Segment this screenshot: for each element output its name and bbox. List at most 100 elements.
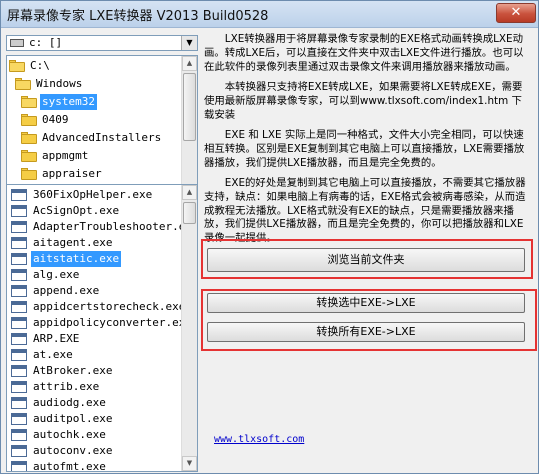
website-link[interactable]: www.tlxsoft.com: [214, 434, 304, 445]
exe-file-icon: [11, 189, 27, 201]
file-list-label: AtBroker.exe: [33, 364, 113, 377]
exe-file-icon: [11, 317, 27, 329]
file-list-item[interactable]: alg.exe: [7, 267, 181, 283]
exe-file-icon: [11, 349, 27, 361]
scrollbar-thumb[interactable]: [183, 73, 196, 141]
file-list-item[interactable]: AdapterTroubleshooter.exe: [7, 219, 197, 235]
folder-tree-item[interactable]: appraiser: [7, 166, 181, 182]
folder-tree-label: AdvancedInstallers: [42, 131, 162, 144]
exe-file-icon: [11, 301, 27, 313]
close-button[interactable]: ✕: [496, 3, 536, 23]
folder-open-icon: [21, 96, 37, 108]
file-list[interactable]: 360FixOpHelper.exe AcSignOpt.exe AdapterTr…: [6, 184, 198, 472]
file-list-label: alg.exe: [33, 268, 80, 281]
file-list-label: aitagent.exe: [33, 236, 113, 249]
file-list-item[interactable]: autoconv.exe: [7, 443, 181, 459]
info-paragraph-2: 本转换器只支持将EXE转成LXE，如果需要将LXE转成EXE，需要使用最新版屏幕…: [204, 81, 523, 121]
folder-tree-item[interactable]: appmgmt: [7, 148, 181, 164]
exe-file-icon: [11, 365, 27, 377]
folder-tree-item[interactable]: Windows: [7, 76, 181, 92]
exe-file-icon: [11, 413, 27, 425]
scroll-down-icon[interactable]: ▼: [182, 456, 197, 471]
file-list-label: auditpol.exe: [33, 412, 113, 425]
folder-tree-label: C:\: [30, 59, 50, 72]
file-list-label: at.exe: [33, 348, 73, 361]
file-list-item[interactable]: appidcertstorecheck.exe: [7, 299, 185, 315]
file-list-label: append.exe: [33, 284, 100, 297]
convert-selected-label: 转换选中EXE->LXE: [316, 296, 416, 309]
folder-tree-item[interactable]: system32: [7, 94, 181, 110]
folder-tree-label: system32: [40, 94, 97, 110]
info-paragraph-1: LXE转换器用于将屏幕录像专家录制的EXE格式动画转换成LXE动画。转成LXE后…: [204, 33, 524, 73]
folder-tree-label: Windows: [36, 77, 83, 90]
info-paragraph-4: EXE的好处是复制到其它电脑上可以直接播放，不需要其它播放器支持，缺点：如果电脑…: [204, 177, 526, 245]
exe-file-icon: [11, 269, 27, 281]
folder-icon: [21, 132, 37, 144]
exe-file-icon: [11, 237, 27, 249]
file-list-item[interactable]: AcSignOpt.exe: [7, 203, 181, 219]
exe-file-icon: [11, 285, 27, 297]
browse-folder-button[interactable]: 浏览当前文件夹: [207, 248, 525, 272]
folder-icon: [21, 150, 37, 162]
file-list-item[interactable]: auditpol.exe: [7, 411, 181, 427]
chevron-down-icon[interactable]: ▼: [181, 36, 197, 50]
file-list-label: appidcertstorecheck.exe: [33, 300, 186, 313]
file-list-item[interactable]: AtBroker.exe: [7, 363, 181, 379]
exe-file-icon: [11, 205, 27, 217]
file-list-label: ARP.EXE: [33, 332, 80, 345]
folder-tree-item[interactable]: 0409: [7, 112, 181, 128]
file-list-label: audiodg.exe: [33, 396, 106, 409]
file-list-item[interactable]: ARP.EXE: [7, 331, 181, 347]
convert-all-button[interactable]: 转换所有EXE->LXE: [207, 322, 525, 342]
file-list-label: aitstatic.exe: [31, 251, 122, 267]
file-list-label: attrib.exe: [33, 380, 100, 393]
file-list-item[interactable]: append.exe: [7, 283, 181, 299]
file-list-label: autochk.exe: [33, 428, 106, 441]
folder-tree-label: 0409: [42, 113, 69, 126]
file-list-scrollbar[interactable]: ▲ ▼: [181, 185, 197, 471]
file-list-item[interactable]: aitagent.exe: [7, 235, 181, 251]
scrollbar-thumb[interactable]: [183, 202, 196, 224]
file-list-item[interactable]: autofmt.exe: [7, 459, 181, 471]
drive-icon: [10, 39, 24, 47]
close-icon: ✕: [510, 5, 522, 20]
file-list-item[interactable]: aitstatic.exe: [7, 251, 181, 267]
file-list-item[interactable]: autochk.exe: [7, 427, 181, 443]
file-list-label: 360FixOpHelper.exe: [33, 188, 153, 201]
folder-icon: [21, 114, 37, 126]
exe-file-icon: [11, 397, 27, 409]
file-list-item[interactable]: 360FixOpHelper.exe: [7, 187, 181, 203]
folder-open-icon: [15, 78, 31, 90]
file-list-label: AdapterTroubleshooter.exe: [33, 220, 198, 233]
scroll-up-icon[interactable]: ▲: [182, 185, 197, 200]
folder-icon: [21, 168, 37, 180]
browse-folder-label: 浏览当前文件夹: [327, 253, 405, 266]
exe-file-icon: [11, 429, 27, 441]
drive-select[interactable]: c: [] ▼: [6, 35, 198, 51]
file-list-item[interactable]: attrib.exe: [7, 379, 181, 395]
folder-open-icon: [9, 60, 25, 72]
app-window: 屏幕录像专家 LXE转换器 V2013 Build0528 ✕ c: [] ▼ …: [0, 0, 539, 474]
exe-file-icon: [11, 253, 27, 265]
file-list-label: autoconv.exe: [33, 444, 113, 457]
folder-tree-scrollbar[interactable]: ▲▼: [181, 56, 197, 205]
file-list-item[interactable]: at.exe: [7, 347, 181, 363]
file-list-item[interactable]: appidpolicyconverter.exe: [7, 315, 192, 331]
convert-selected-button[interactable]: 转换选中EXE->LXE: [207, 293, 525, 313]
info-panel: LXE转换器用于将屏幕录像专家录制的EXE格式动画转换成LXE动画。转成LXE后…: [202, 31, 534, 251]
info-paragraph-3: EXE 和 LXE 实际上是同一种格式，文件大小完全相同，可以快速相互转换。区别…: [204, 129, 525, 169]
client-area: c: [] ▼ C:\ Windows system32 0409 AdvancedIn…: [4, 31, 537, 472]
scroll-up-icon[interactable]: ▲: [182, 56, 197, 71]
drive-select-value: c: []: [29, 36, 63, 49]
convert-all-label: 转换所有EXE->LXE: [316, 325, 416, 338]
exe-file-icon: [11, 221, 27, 233]
folder-tree-label: appraiser: [42, 167, 102, 180]
file-list-item[interactable]: audiodg.exe: [7, 395, 181, 411]
exe-file-icon: [11, 445, 27, 457]
exe-file-icon: [11, 333, 27, 345]
window-title: 屏幕录像专家 LXE转换器 V2013 Build0528: [7, 9, 269, 24]
title-bar[interactable]: 屏幕录像专家 LXE转换器 V2013 Build0528 ✕: [1, 1, 538, 28]
folder-tree-item[interactable]: AdvancedInstallers: [7, 130, 181, 146]
folder-tree-item[interactable]: C:\: [7, 58, 181, 74]
folder-tree-label: appmgmt: [42, 149, 89, 162]
